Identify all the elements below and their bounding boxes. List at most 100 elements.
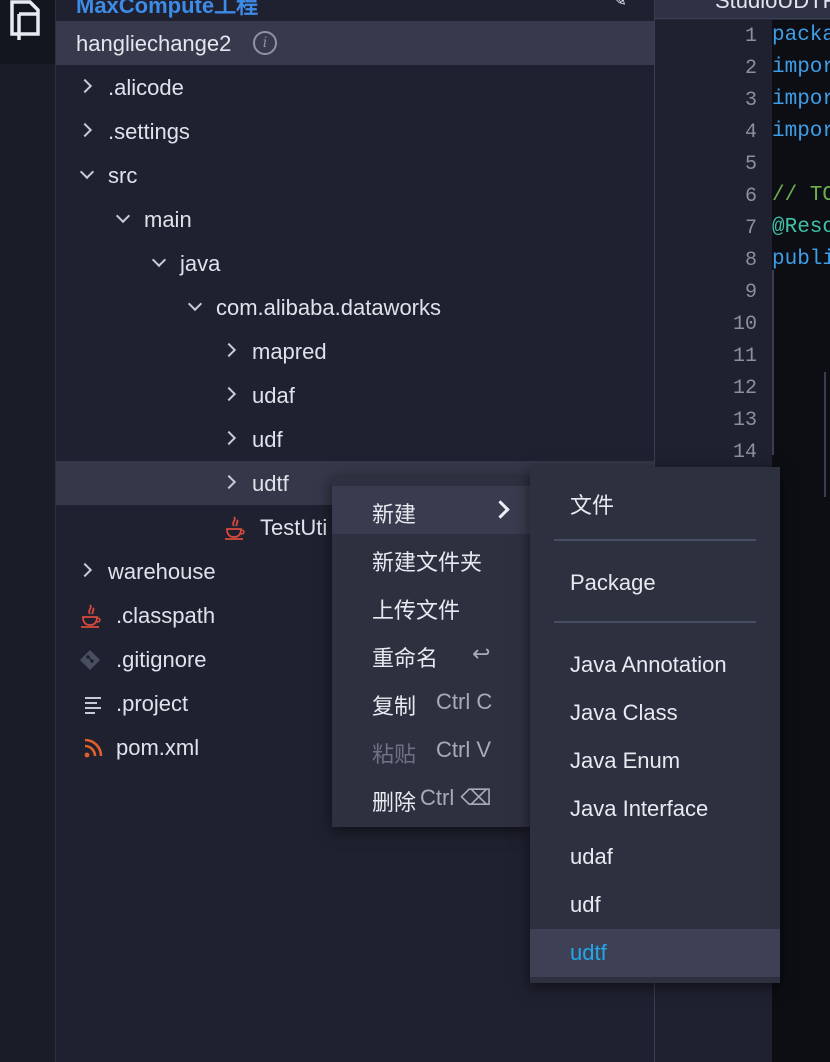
enter-key-icon: ↩ [472,641,491,666]
editor-tab[interactable]: StudioUDTF [655,0,830,19]
project-name: hangliechange2 [76,31,232,56]
submenu-item-file[interactable]: 文件 [530,477,780,525]
tree-item-mapred[interactable]: mapred [56,329,654,373]
submenu-item-label: Java Class [570,700,678,725]
tree-item-package[interactable]: com.alibaba.dataworks [56,285,654,329]
tree-item-src[interactable]: src [56,153,654,197]
chevron-right-icon [491,500,510,519]
git-icon [80,650,100,670]
submenu-item-udtf[interactable]: udtf [530,929,780,977]
submenu-item-java-interface[interactable]: Java Interface [530,785,780,833]
tree-item-main[interactable]: main [56,197,654,241]
menu-item-label: 复制 [372,694,417,719]
menu-item-label: 粘贴 [372,742,417,767]
menu-item-label: 删除 [372,790,417,815]
chevron-right-icon [220,472,240,492]
chevron-right-icon [220,428,240,448]
line-number: 14 [732,441,757,464]
line-number: 4 [744,121,757,144]
menu-item-delete[interactable]: 删除 Ctrl ⌫ [332,774,531,822]
menu-separator [554,539,756,541]
context-menu: 新建 新建文件夹 上传文件 重命名 ↩ 复制 Ctrl C 粘贴 Ctrl V … [332,476,531,827]
submenu-item-java-class[interactable]: Java Class [530,689,780,737]
menu-item-paste[interactable]: 粘贴 Ctrl V [332,726,531,774]
tree-item-udaf[interactable]: udaf [56,373,654,417]
tree-item-label: main [144,207,192,232]
submenu-item-udaf[interactable]: udaf [530,833,780,881]
tree-item-label: udaf [252,383,295,408]
submenu-item-package[interactable]: Package [530,559,780,607]
chevron-down-icon [148,252,168,272]
tree-item-label: src [108,163,138,188]
menu-item-new[interactable]: 新建 [332,486,531,534]
tree-item-label: .classpath [116,603,216,628]
tree-item-alicode[interactable]: .alicode [56,65,654,109]
java-file-icon [81,604,101,628]
tree-item-label: .alicode [108,75,184,100]
indent-guide [824,372,826,497]
project-header[interactable]: hangliechange2 i [56,21,654,65]
tree-item-label: warehouse [108,559,216,584]
chevron-right-icon [76,120,96,140]
text-file-icon [85,697,101,714]
line-number: 2 [744,57,757,80]
rss-icon [84,738,103,758]
info-icon[interactable]: i [253,31,277,55]
code-line: impor [772,88,830,111]
submenu-item-label: Java Interface [570,796,709,821]
menu-item-shortcut: Ctrl C [436,689,493,714]
chevron-down-icon [76,164,96,184]
code-line: impor [772,56,830,79]
files-icon[interactable] [8,0,48,40]
line-number: 11 [732,345,757,368]
line-number: 10 [732,313,757,336]
chevron-down-icon [112,208,132,228]
submenu-item-label: udaf [570,844,613,869]
tree-item-label: udtf [252,471,289,496]
sidebar-title: MaxCompute工程 [76,0,259,18]
menu-item-label: 新建文件夹 [372,550,483,575]
menu-item-label: 上传文件 [372,598,461,623]
pin-icon[interactable]: ✎ [612,0,627,11]
submenu-item-udf[interactable]: udf [530,881,780,929]
menu-separator [554,621,756,623]
indent-guide [772,270,774,455]
menu-item-upload[interactable]: 上传文件 [332,582,531,630]
line-number: 1 [744,25,757,48]
line-number: 3 [744,89,757,112]
tree-item-settings[interactable]: .settings [56,109,654,153]
submenu-item-label: 文件 [570,493,615,518]
java-file-icon [225,516,245,540]
tree-item-java[interactable]: java [56,241,654,285]
code-area[interactable]: packa impor impor impor // TO @Reso publ… [772,20,830,1062]
line-number: 9 [744,281,757,304]
tree-item-label: com.alibaba.dataworks [216,295,442,320]
tree-item-label: .settings [108,119,190,144]
tree-item-label: udf [252,427,283,452]
menu-item-new-folder[interactable]: 新建文件夹 [332,534,531,582]
submenu-item-label: Java Enum [570,748,681,773]
menu-item-shortcut: Ctrl ⌫ [420,785,492,810]
menu-item-shortcut: Ctrl V [436,737,491,762]
code-line: publi [772,248,830,271]
submenu-item-java-enum[interactable]: Java Enum [530,737,780,785]
activity-bar-top [0,0,55,64]
tree-item-label: TestUti [260,515,328,540]
chevron-down-icon [184,296,204,316]
line-number: 7 [744,217,757,240]
submenu-item-label: Package [570,570,656,595]
menu-item-label: 重命名 [372,646,439,671]
menu-item-rename[interactable]: 重命名 ↩ [332,630,531,678]
line-number: 12 [732,377,757,400]
tree-item-label: mapred [252,339,327,364]
code-line: @Reso [772,216,830,239]
menu-item-copy[interactable]: 复制 Ctrl C [332,678,531,726]
tree-item-udf[interactable]: udf [56,417,654,461]
submenu-item-label: Java Annotation [570,652,727,677]
submenu-item-java-annotation[interactable]: Java Annotation [530,641,780,689]
menu-item-label: 新建 [372,502,417,527]
activity-bar [0,0,56,1062]
tree-item-label: pom.xml [116,735,200,760]
new-submenu: 文件 Package Java Annotation Java Class Ja… [530,467,780,983]
tree-item-label: .project [116,691,189,716]
